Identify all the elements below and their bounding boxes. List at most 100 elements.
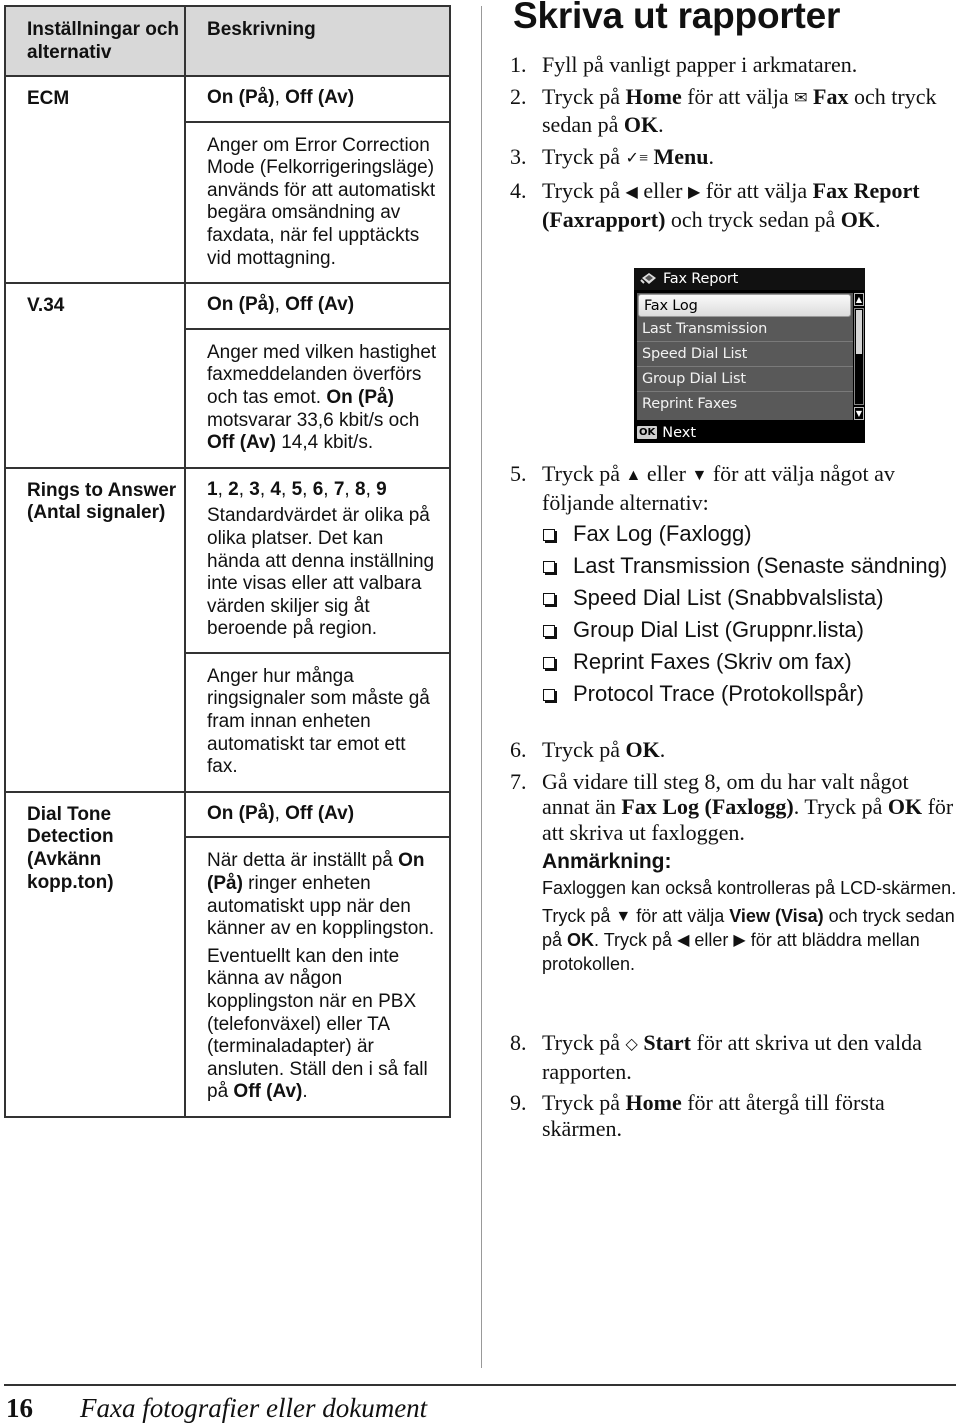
checkbox-icon — [543, 529, 555, 541]
bold-text: Off (Av) — [285, 87, 355, 108]
text: 14,4 kbit/s. — [275, 432, 374, 454]
step-8: 8. Tryck på ◇ Start för att skriva ut den… — [510, 1030, 960, 1084]
footer-chapter-title: Faxa fotografier eller dokument — [80, 1393, 428, 1423]
lcd-menu-item: Speed Dial List — [637, 342, 853, 367]
table-row: V.34 On (På), Off (Av) — [4, 282, 451, 469]
step-number: 3. — [510, 143, 527, 169]
start-icon: ◇ — [625, 1036, 638, 1053]
column-header-settings: Inställningar och alternativ — [4, 5, 186, 77]
bold-text: 5 — [291, 478, 303, 500]
setting-name: V.34 — [27, 295, 65, 317]
ok-button-icon: OK — [637, 426, 658, 439]
step-text: Tryck på OK. — [542, 737, 665, 762]
checkbox-icon — [543, 561, 555, 574]
report-option-label: Reprint Faxes (Skriv om fax) — [573, 649, 852, 675]
steps-list-part-3: 6. Tryck på OK. 7. Gå vidare till steg 8,… — [510, 737, 960, 982]
report-option: Fax Log (Faxlogg) — [542, 521, 960, 547]
page-number: 16 — [6, 1393, 33, 1423]
lcd-scrollbar: ▲ ▼ — [854, 293, 864, 420]
bold-text: 3 — [249, 478, 260, 500]
bold-text: 4 — [270, 478, 281, 500]
lcd-scroll-track — [854, 308, 864, 405]
setting-description-cell: Anger om Error Correction Mode (Felkorri… — [184, 120, 451, 285]
bold-text: OK — [623, 112, 659, 137]
table-header-row: Inställningar och alternativ Beskrivning — [4, 5, 451, 77]
steps-list-part-1: 1. Fyll på vanligt papper i arkmataren. 2… — [510, 52, 960, 238]
report-option-label: Last Transmission (Senaste sändning) — [573, 553, 948, 579]
step-number: 2. — [510, 83, 527, 109]
lcd-footer: OK Next — [634, 422, 865, 443]
text: . — [708, 143, 714, 169]
table-row: ECM On (På), Off (Av) — [4, 74, 451, 285]
bold-text: 7 — [333, 478, 345, 500]
bold-text: 8 — [354, 478, 366, 500]
setting-values-cell: On (På), Off (Av) — [184, 75, 451, 123]
down-arrow-icon: ▼ — [615, 908, 632, 925]
step-9: 9. Tryck på Home för att återgå till förs… — [510, 1090, 960, 1141]
setting-values-cell: 1, 2, 3, 4, 5, 6, 7, 8, 9 Standardvärdet … — [184, 466, 451, 654]
text: Tryck på — [542, 906, 616, 926]
setting-name: Rings to Answer (Antal signaler) — [27, 479, 177, 524]
report-option-label: Fax Log (Faxlogg) — [573, 521, 752, 546]
step-number: 1. — [510, 52, 527, 77]
setting-description-cell: När detta är inställt på On (På) ringer … — [184, 836, 451, 1118]
lcd-menu-item: Group Dial List — [637, 367, 853, 392]
report-option-label: Speed Dial List (Snabbvalslista) — [573, 585, 884, 611]
report-options-list: Fax Log (Faxlogg) Last Transmission (Sena… — [542, 521, 960, 707]
left-arrow-icon: ◀ — [677, 932, 690, 949]
report-option-label: Group Dial List (Gruppnr.lista) — [573, 617, 864, 643]
step-3: 3. Tryck på ✓≡ Menu. — [510, 144, 960, 173]
bold-text: 9 — [376, 478, 387, 500]
bold-text: Fax Log (Faxlogg) — [621, 794, 794, 819]
report-option: Reprint Faxes (Skriv om fax) — [542, 649, 960, 675]
text: Tryck på — [542, 143, 626, 169]
step-number: 9. — [510, 1090, 527, 1115]
text: Tryck på — [542, 83, 626, 109]
text: eller — [641, 461, 692, 486]
bold-text: Off (Av) — [285, 802, 355, 824]
bold-text: Off (Av) — [285, 294, 355, 316]
table-body: ECM On (På), Off (Av) Anger om Error Corre… — [4, 74, 451, 1118]
bold-text: On (På) — [207, 294, 275, 316]
lcd-screen-illustration: Fax Report Fax Log Last Transmission Speed… — [634, 268, 865, 443]
lcd-menu-item: Reprint Faxes — [642, 396, 737, 412]
lcd-footer-label: Next — [662, 424, 697, 441]
report-option: Group Dial List (Gruppnr.lista) — [542, 617, 960, 643]
setting-description: När detta är inställt på On (På) ringer … — [207, 850, 441, 940]
down-arrow-icon: ▼ — [691, 467, 708, 484]
setting-description-cell: Anger hur många ringsignaler som måste g… — [184, 651, 451, 793]
text: Tryck på — [542, 1030, 626, 1055]
bold-text: 1 — [207, 478, 218, 500]
setting-values-note: Standardvärdet är olika på olika platser… — [207, 505, 435, 640]
setting-name-cell: Rings to Answer (Antal signaler) — [4, 466, 186, 793]
bold-text: On (På) — [207, 802, 275, 824]
lcd-menu-list: Fax Log Last Transmission Speed Dial List G… — [637, 293, 853, 420]
setting-name-cell: V.34 — [4, 282, 186, 469]
right-arrow-icon: ▶ — [687, 184, 701, 201]
bold-text: Menu — [647, 143, 709, 169]
setting-values: On (På), Off (Av) — [207, 87, 441, 110]
setting-name-cell: Dial Tone Detection (Avkänn kopp.ton) — [4, 790, 186, 1118]
text: Faxloggen kan också kontrolleras på LCD-… — [542, 878, 957, 898]
text: , — [274, 87, 286, 108]
note-title: Anmärkning: — [542, 850, 672, 873]
text: . Tryck på — [793, 794, 888, 819]
text: eller — [637, 178, 688, 203]
setting-name: ECM — [27, 88, 70, 109]
step-text: Tryck på ▲ eller ▼ för att välja något a… — [542, 461, 895, 515]
text: Eventuellt kan den inte känna av någon k… — [207, 945, 428, 1103]
bold-text: OK — [840, 206, 875, 232]
text: , — [323, 478, 334, 500]
steps-list-part-2: 5. Tryck på ▲ eller ▼ för att välja någo… — [510, 461, 960, 714]
fax-icon — [640, 273, 656, 284]
lcd-scroll-thumb — [856, 310, 862, 354]
table-row: Rings to Answer (Antal signaler) 1, 2, 3,… — [4, 466, 451, 793]
bold-text: View (Visa) — [729, 906, 824, 926]
report-option: Last Transmission (Senaste sändning) — [542, 553, 960, 579]
text: , — [274, 294, 286, 316]
text: Fyll på vanligt papper i arkmataren. — [542, 52, 858, 77]
bold-text: 2 — [228, 478, 239, 500]
lcd-title-bar: Fax Report — [634, 268, 865, 290]
text: , — [238, 478, 250, 500]
bold-text: On (På) — [326, 386, 394, 408]
